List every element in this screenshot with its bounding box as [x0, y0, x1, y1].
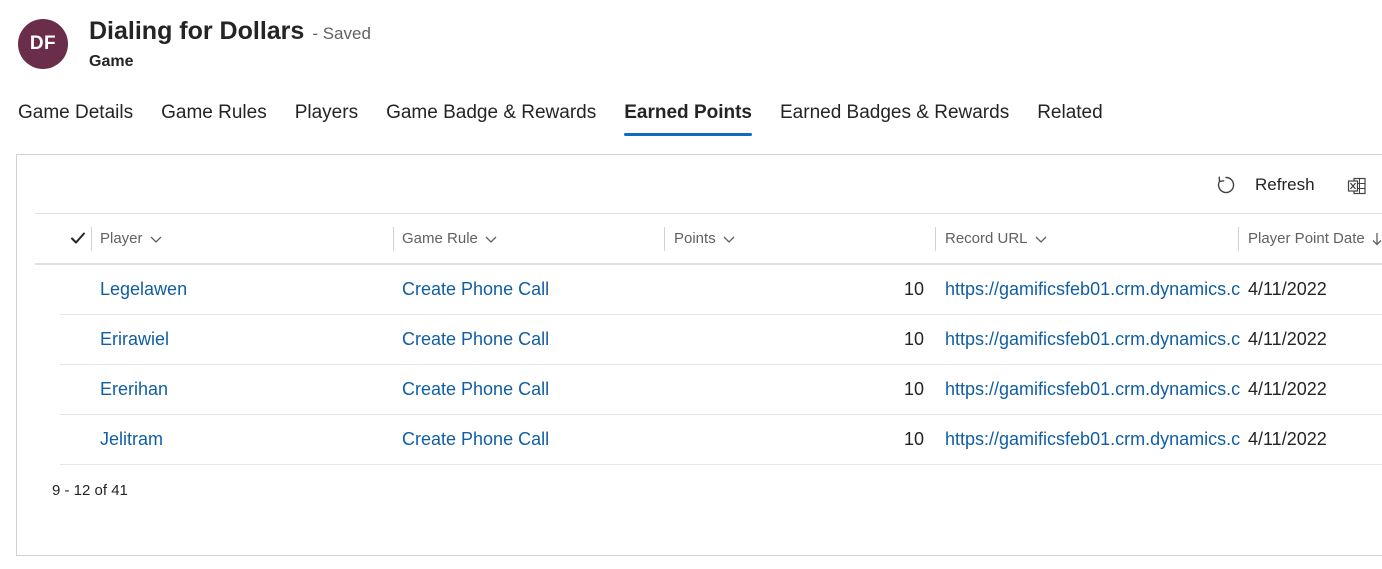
- column-divider: [91, 227, 92, 251]
- column-divider: [935, 227, 936, 251]
- saved-status: - Saved: [312, 24, 371, 43]
- player-point-date: 4/11/2022: [1248, 329, 1327, 349]
- player-link[interactable]: Jelitram: [100, 414, 390, 464]
- chevron-down-icon: [1035, 236, 1046, 243]
- pagination-status: 9 - 12 of 41: [52, 482, 128, 499]
- earned-points-panel: Refresh Player Game Rule Points Record U…: [16, 154, 1382, 556]
- grid-header: Player Game Rule Points Record URL Playe…: [35, 214, 1382, 265]
- entity-type: Game: [89, 53, 134, 70]
- column-header-points[interactable]: Points: [674, 214, 736, 263]
- tab-earned-badges-rewards[interactable]: Earned Badges & Rewards: [780, 100, 1009, 136]
- player-point-date: 4/11/2022: [1248, 379, 1327, 399]
- table-row[interactable]: Legelawen Create Phone Call 10 https://g…: [60, 264, 1382, 315]
- game-rule-link[interactable]: Create Phone Call: [402, 314, 662, 364]
- record-url-link[interactable]: https://gamificsfeb01.crm.dynamics.co: [945, 264, 1240, 314]
- player-link[interactable]: Legelawen: [100, 264, 390, 314]
- tab-game-rules[interactable]: Game Rules: [161, 100, 267, 136]
- player-point-date: 4/11/2022: [1248, 429, 1327, 449]
- record-url-link[interactable]: https://gamificsfeb01.crm.dynamics.co: [945, 364, 1240, 414]
- tab-related[interactable]: Related: [1037, 100, 1103, 136]
- refresh-label: Refresh: [1255, 175, 1315, 194]
- game-rule-link[interactable]: Create Phone Call: [402, 264, 662, 314]
- column-header-record-url[interactable]: Record URL: [945, 214, 1048, 263]
- player-point-date: 4/11/2022: [1248, 279, 1327, 299]
- excel-icon[interactable]: [1347, 176, 1367, 196]
- column-header-label: Player: [100, 230, 143, 247]
- column-divider: [664, 227, 665, 251]
- game-rule-link[interactable]: Create Phone Call: [402, 414, 662, 464]
- column-header-label: Points: [674, 230, 716, 247]
- arrow-down-icon: [1372, 232, 1382, 245]
- tab-game-badge-rewards[interactable]: Game Badge & Rewards: [386, 100, 596, 136]
- player-link[interactable]: Ererihan: [100, 364, 390, 414]
- player-link[interactable]: Erirawiel: [100, 314, 390, 364]
- column-header-label: Record URL: [945, 230, 1028, 247]
- points-value: 10: [903, 379, 924, 399]
- refresh-icon: [1217, 176, 1235, 194]
- column-header-player[interactable]: Player: [100, 214, 163, 263]
- points-value: 10: [903, 279, 924, 299]
- tab-players[interactable]: Players: [295, 100, 358, 136]
- title-block: Dialing for Dollars - Saved Game: [89, 17, 371, 71]
- column-divider: [393, 227, 394, 251]
- column-divider: [1238, 227, 1239, 251]
- column-header-player-point-date[interactable]: Player Point Date: [1248, 214, 1382, 263]
- select-all-checkmark-icon[interactable]: [69, 229, 87, 247]
- points-value: 10: [903, 429, 924, 449]
- tab-list: Game Details Game Rules Players Game Bad…: [18, 100, 1131, 136]
- game-rule-link[interactable]: Create Phone Call: [402, 364, 662, 414]
- column-header-game-rule[interactable]: Game Rule: [402, 214, 498, 263]
- points-value: 10: [903, 329, 924, 349]
- record-url-link[interactable]: https://gamificsfeb01.crm.dynamics.co: [945, 414, 1240, 464]
- chevron-down-icon: [150, 236, 161, 243]
- record-title: Dialing for Dollars: [89, 17, 305, 45]
- column-header-label: Game Rule: [402, 230, 478, 247]
- table-row[interactable]: Jelitram Create Phone Call 10 https://ga…: [60, 414, 1382, 465]
- tab-game-details[interactable]: Game Details: [18, 100, 133, 136]
- title-line: Dialing for Dollars - Saved: [89, 17, 371, 46]
- chevron-down-icon: [723, 236, 735, 243]
- record-header: DF Dialing for Dollars - Saved Game: [18, 17, 371, 71]
- table-row[interactable]: Erirawiel Create Phone Call 10 https://g…: [60, 314, 1382, 365]
- refresh-button[interactable]: Refresh: [1215, 174, 1315, 196]
- avatar: DF: [18, 19, 68, 69]
- record-url-link[interactable]: https://gamificsfeb01.crm.dynamics.co: [945, 314, 1240, 364]
- tab-earned-points[interactable]: Earned Points: [624, 100, 752, 136]
- column-header-label: Player Point Date: [1248, 230, 1365, 247]
- table-row[interactable]: Ererihan Create Phone Call 10 https://ga…: [60, 364, 1382, 415]
- chevron-down-icon: [485, 236, 497, 243]
